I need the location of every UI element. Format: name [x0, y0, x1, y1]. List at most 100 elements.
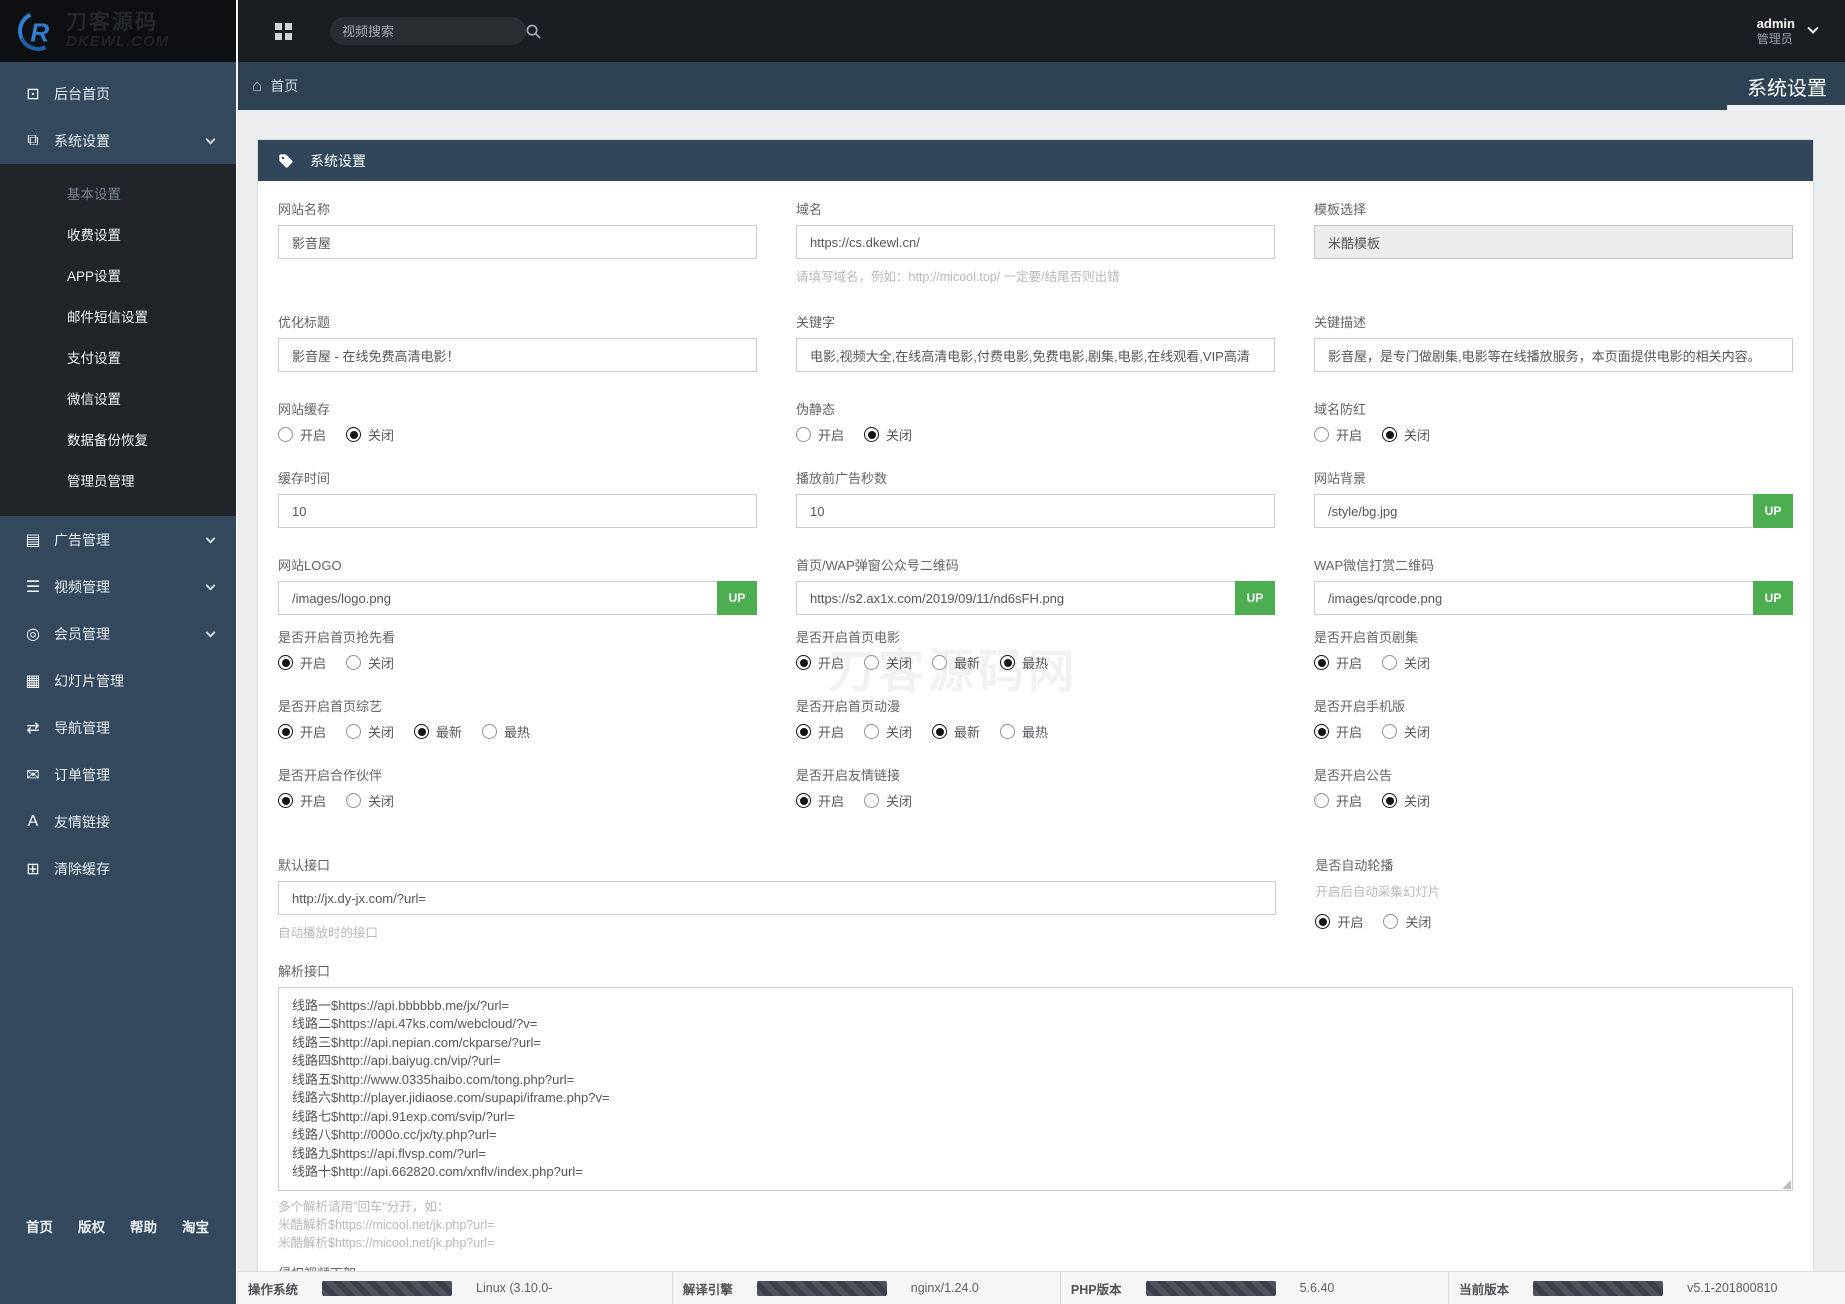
radio-icon[interactable]	[932, 655, 947, 670]
radio-icon[interactable]	[346, 724, 361, 739]
cache-time-input[interactable]	[278, 494, 757, 528]
radio-option[interactable]: 开启	[1314, 791, 1362, 810]
radio-option[interactable]: 最热	[1000, 722, 1048, 741]
footer-link-home[interactable]: 首页	[26, 1216, 53, 1236]
radio-option[interactable]: 最新	[932, 653, 980, 672]
sidebar-item-navigation[interactable]: ⇄ 导航管理	[0, 704, 236, 751]
radio-option[interactable]: 开启	[796, 425, 844, 444]
submenu-item-app[interactable]: APP设置	[0, 256, 236, 297]
radio-icon[interactable]	[346, 427, 361, 442]
radio-icon[interactable]	[1314, 427, 1329, 442]
radio-icon[interactable]	[932, 724, 947, 739]
radio-icon[interactable]	[1382, 724, 1397, 739]
seo-title-input[interactable]	[278, 338, 757, 372]
logo-upload-button[interactable]: UP	[717, 581, 757, 615]
radio-icon[interactable]	[796, 793, 811, 808]
radio-option[interactable]: 关闭	[346, 425, 394, 444]
footer-link-taobao[interactable]: 淘宝	[182, 1216, 209, 1236]
radio-icon[interactable]	[1314, 655, 1329, 670]
site-bg-upload-button[interactable]: UP	[1753, 494, 1793, 528]
radio-option[interactable]: 开启	[278, 425, 326, 444]
radio-icon[interactable]	[278, 793, 293, 808]
radio-icon[interactable]	[1382, 793, 1397, 808]
radio-option[interactable]: 关闭	[864, 425, 912, 444]
radio-option[interactable]: 关闭	[1382, 425, 1430, 444]
domain-input[interactable]	[796, 225, 1275, 259]
sidebar-item-clear-cache[interactable]: ⊞ 清除缓存	[0, 845, 236, 892]
radio-option[interactable]: 开启	[796, 722, 844, 741]
radio-icon[interactable]	[346, 793, 361, 808]
radio-icon[interactable]	[864, 793, 879, 808]
grid-menu-icon[interactable]	[275, 23, 292, 40]
radio-icon[interactable]	[1314, 724, 1329, 739]
site-name-input[interactable]	[278, 225, 757, 259]
radio-option[interactable]: 开启	[278, 722, 326, 741]
ad-seconds-input[interactable]	[796, 494, 1275, 528]
breadcrumb[interactable]: ⌂ 首页	[252, 76, 298, 96]
user-menu[interactable]: admin 管理员	[1757, 16, 1817, 46]
submenu-item-admins[interactable]: 管理员管理	[0, 461, 236, 502]
sidebar-item-system-settings[interactable]: ⧉ 系统设置	[0, 117, 236, 164]
sidebar-item-ads[interactable]: ▤ 广告管理	[0, 516, 236, 563]
radio-icon[interactable]	[1000, 724, 1015, 739]
radio-option[interactable]: 关闭	[346, 653, 394, 672]
radio-icon[interactable]	[278, 655, 293, 670]
radio-icon[interactable]	[796, 427, 811, 442]
radio-option[interactable]: 最热	[482, 722, 530, 741]
radio-icon[interactable]	[864, 724, 879, 739]
footer-link-copyright[interactable]: 版权	[78, 1216, 105, 1236]
radio-option[interactable]: 关闭	[1382, 722, 1430, 741]
radio-icon[interactable]	[278, 427, 293, 442]
radio-icon[interactable]	[482, 724, 497, 739]
radio-option[interactable]: 关闭	[864, 653, 912, 672]
description-input[interactable]	[1314, 338, 1793, 372]
radio-icon[interactable]	[864, 655, 879, 670]
default-api-input[interactable]	[278, 881, 1276, 915]
template-select[interactable]: 米酷模板	[1314, 225, 1793, 259]
radio-option[interactable]: 关闭	[1382, 791, 1430, 810]
search-icon[interactable]	[526, 24, 541, 39]
submenu-item-mail-sms[interactable]: 邮件短信设置	[0, 297, 236, 338]
sidebar-item-friend-links[interactable]: A 友情链接	[0, 798, 236, 845]
sidebar-item-slides[interactable]: ▦ 幻灯片管理	[0, 657, 236, 704]
radio-icon[interactable]	[414, 724, 429, 739]
radio-option[interactable]: 开启	[278, 791, 326, 810]
radio-option[interactable]: 开启	[1314, 653, 1362, 672]
radio-option[interactable]: 关闭	[346, 722, 394, 741]
radio-icon[interactable]	[1382, 427, 1397, 442]
popup-qr-input[interactable]	[796, 581, 1235, 615]
radio-icon[interactable]	[1383, 914, 1398, 929]
footer-link-help[interactable]: 帮助	[130, 1216, 157, 1236]
radio-option[interactable]: 开启	[1315, 912, 1363, 931]
submenu-item-wechat[interactable]: 微信设置	[0, 379, 236, 420]
reward-qr-upload-button[interactable]: UP	[1753, 581, 1793, 615]
radio-option[interactable]: 关闭	[1383, 912, 1431, 931]
brand-logo[interactable]: R 刀客源码 DKEWL.COM	[0, 0, 236, 62]
reward-qr-input[interactable]	[1314, 581, 1753, 615]
radio-option[interactable]: 开启	[1314, 425, 1362, 444]
radio-option[interactable]: 开启	[796, 791, 844, 810]
radio-option[interactable]: 最新	[932, 722, 980, 741]
radio-icon[interactable]	[346, 655, 361, 670]
submenu-item-fees[interactable]: 收费设置	[0, 215, 236, 256]
radio-icon[interactable]	[1315, 914, 1330, 929]
submenu-item-payment[interactable]: 支付设置	[0, 338, 236, 379]
radio-option[interactable]: 关闭	[346, 791, 394, 810]
radio-icon[interactable]	[1000, 655, 1015, 670]
radio-option[interactable]: 关闭	[864, 722, 912, 741]
resize-grip-icon[interactable]	[1782, 1180, 1791, 1189]
site-bg-input[interactable]	[1314, 494, 1753, 528]
radio-icon[interactable]	[796, 724, 811, 739]
submenu-item-backup[interactable]: 数据备份恢复	[0, 420, 236, 461]
radio-icon[interactable]	[278, 724, 293, 739]
keywords-input[interactable]	[796, 338, 1275, 372]
radio-option[interactable]: 关闭	[864, 791, 912, 810]
submenu-item-basic[interactable]: 基本设置	[0, 174, 236, 215]
logo-input[interactable]	[278, 581, 717, 615]
radio-icon[interactable]	[864, 427, 879, 442]
sidebar-item-dashboard[interactable]: ⊡ 后台首页	[0, 70, 236, 117]
sidebar-item-orders[interactable]: ✉ 订单管理	[0, 751, 236, 798]
radio-icon[interactable]	[1314, 793, 1329, 808]
popup-qr-upload-button[interactable]: UP	[1235, 581, 1275, 615]
search-input[interactable]	[342, 24, 518, 39]
